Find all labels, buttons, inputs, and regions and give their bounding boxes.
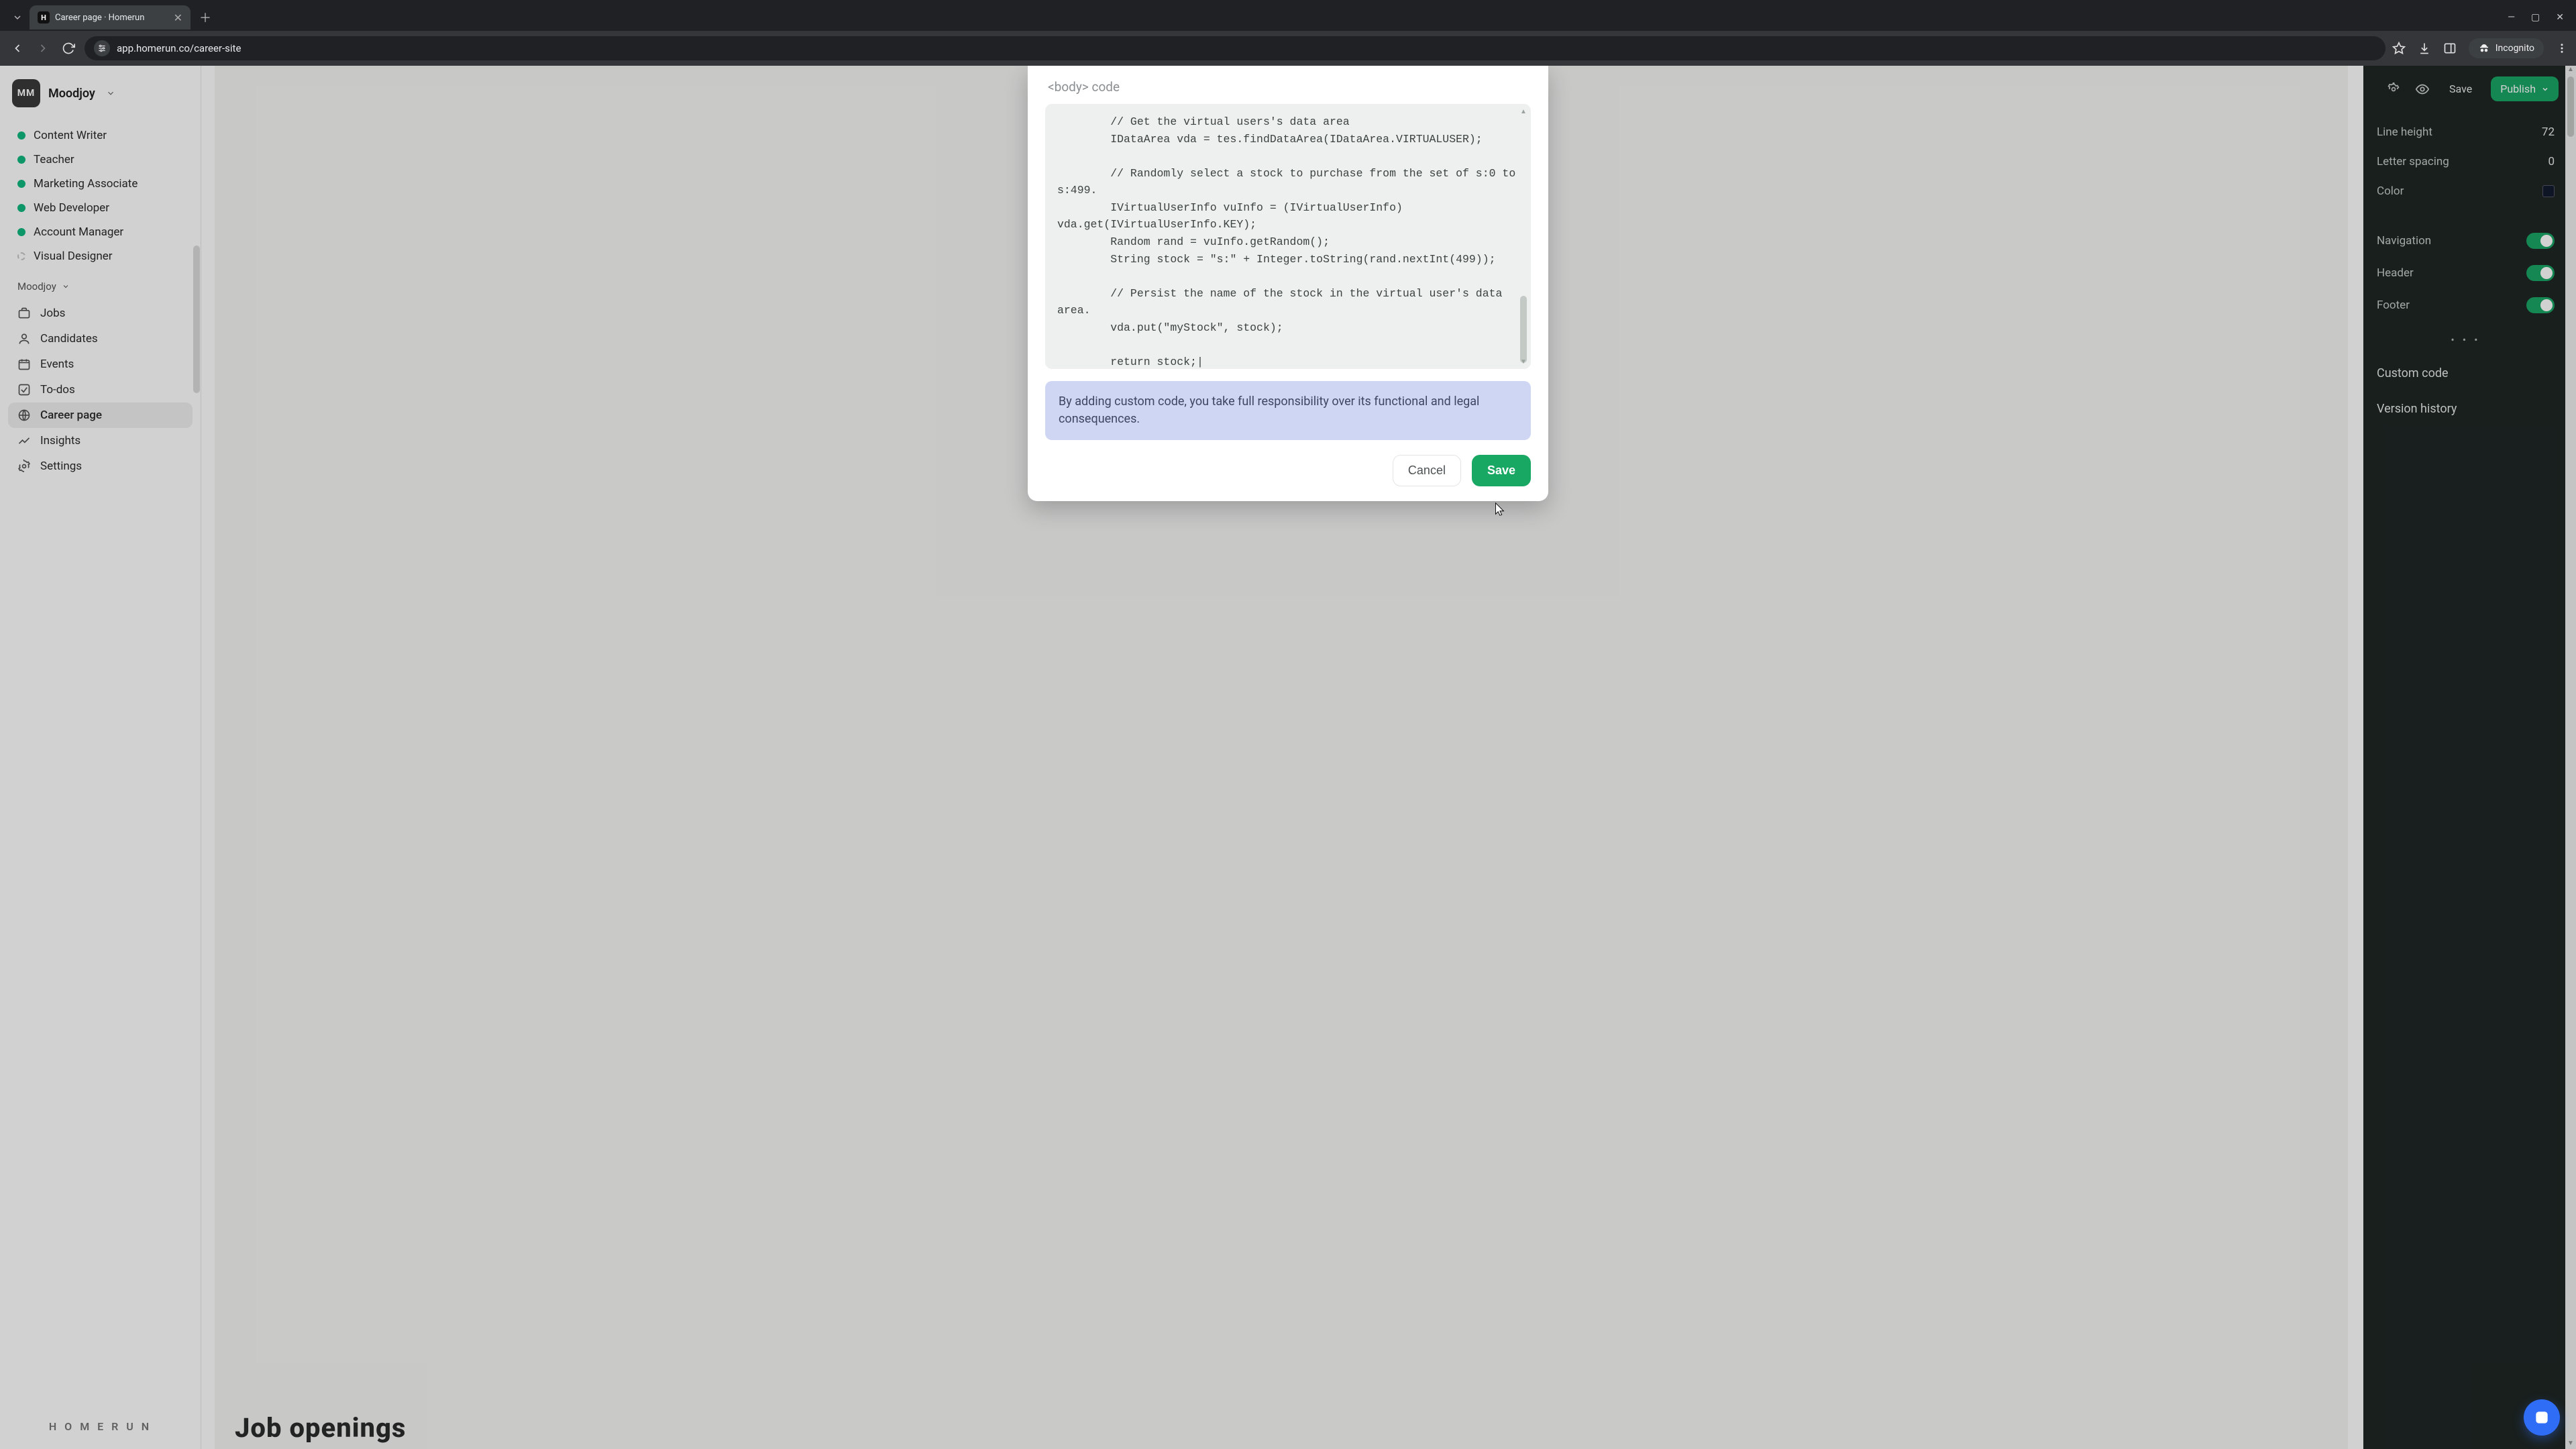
custom-code-modal: <body> code // Get the virtual users's d…	[1028, 66, 1548, 501]
scroll-thumb[interactable]	[1520, 296, 1527, 363]
code-scrollbar[interactable]: ▲ ▼	[1519, 108, 1528, 365]
tab-title: Career page · Homerun	[55, 13, 168, 23]
code-content[interactable]: // Get the virtual users's data area IDa…	[1057, 113, 1519, 369]
disclaimer-banner: By adding custom code, you take full res…	[1045, 381, 1531, 440]
nav-reload-button[interactable]	[59, 39, 78, 58]
browser-toolbar: app.homerun.co/career-site Incognito	[0, 31, 2576, 66]
nav-back-button[interactable]	[8, 39, 27, 58]
downloads-icon[interactable]	[2418, 42, 2431, 55]
intercom-launcher[interactable]	[2524, 1399, 2560, 1436]
incognito-pill[interactable]: Incognito	[2469, 38, 2544, 58]
bookmark-star-icon[interactable]	[2392, 42, 2406, 55]
save-button[interactable]: Save	[1472, 455, 1531, 486]
window-close-icon[interactable]: ✕	[2556, 12, 2564, 23]
favicon-icon: H	[38, 11, 50, 23]
new-tab-button[interactable]: ＋	[196, 8, 215, 27]
incognito-label: Incognito	[2496, 43, 2534, 54]
tab-search-icon[interactable]	[5, 4, 30, 31]
window-minimize-icon[interactable]: ―	[2508, 12, 2515, 23]
scroll-up-icon[interactable]: ▲	[1519, 108, 1528, 115]
scroll-down-icon[interactable]: ▼	[1519, 358, 1528, 365]
code-editor[interactable]: // Get the virtual users's data area IDa…	[1045, 104, 1531, 369]
browser-tab[interactable]: H Career page · Homerun ✕	[30, 5, 191, 30]
window-maximize-icon[interactable]: ▢	[2531, 12, 2540, 23]
site-settings-icon[interactable]	[94, 40, 110, 56]
sidepanel-icon[interactable]	[2443, 42, 2457, 55]
window-controls: ― ▢ ✕	[2508, 12, 2571, 23]
address-bar[interactable]: app.homerun.co/career-site	[85, 36, 2385, 60]
modal-title: <body> code	[1045, 79, 1531, 104]
app-viewport: MM Moodjoy Content Writer Teacher Market…	[0, 66, 2576, 1449]
nav-forward-button[interactable]	[34, 39, 52, 58]
cancel-button[interactable]: Cancel	[1393, 455, 1461, 486]
tab-close-icon[interactable]: ✕	[174, 11, 182, 24]
browser-tab-strip: H Career page · Homerun ✕ ＋ ― ▢ ✕	[0, 0, 2576, 31]
kebab-menu-icon[interactable]	[2556, 42, 2568, 54]
url-text: app.homerun.co/career-site	[117, 42, 241, 54]
